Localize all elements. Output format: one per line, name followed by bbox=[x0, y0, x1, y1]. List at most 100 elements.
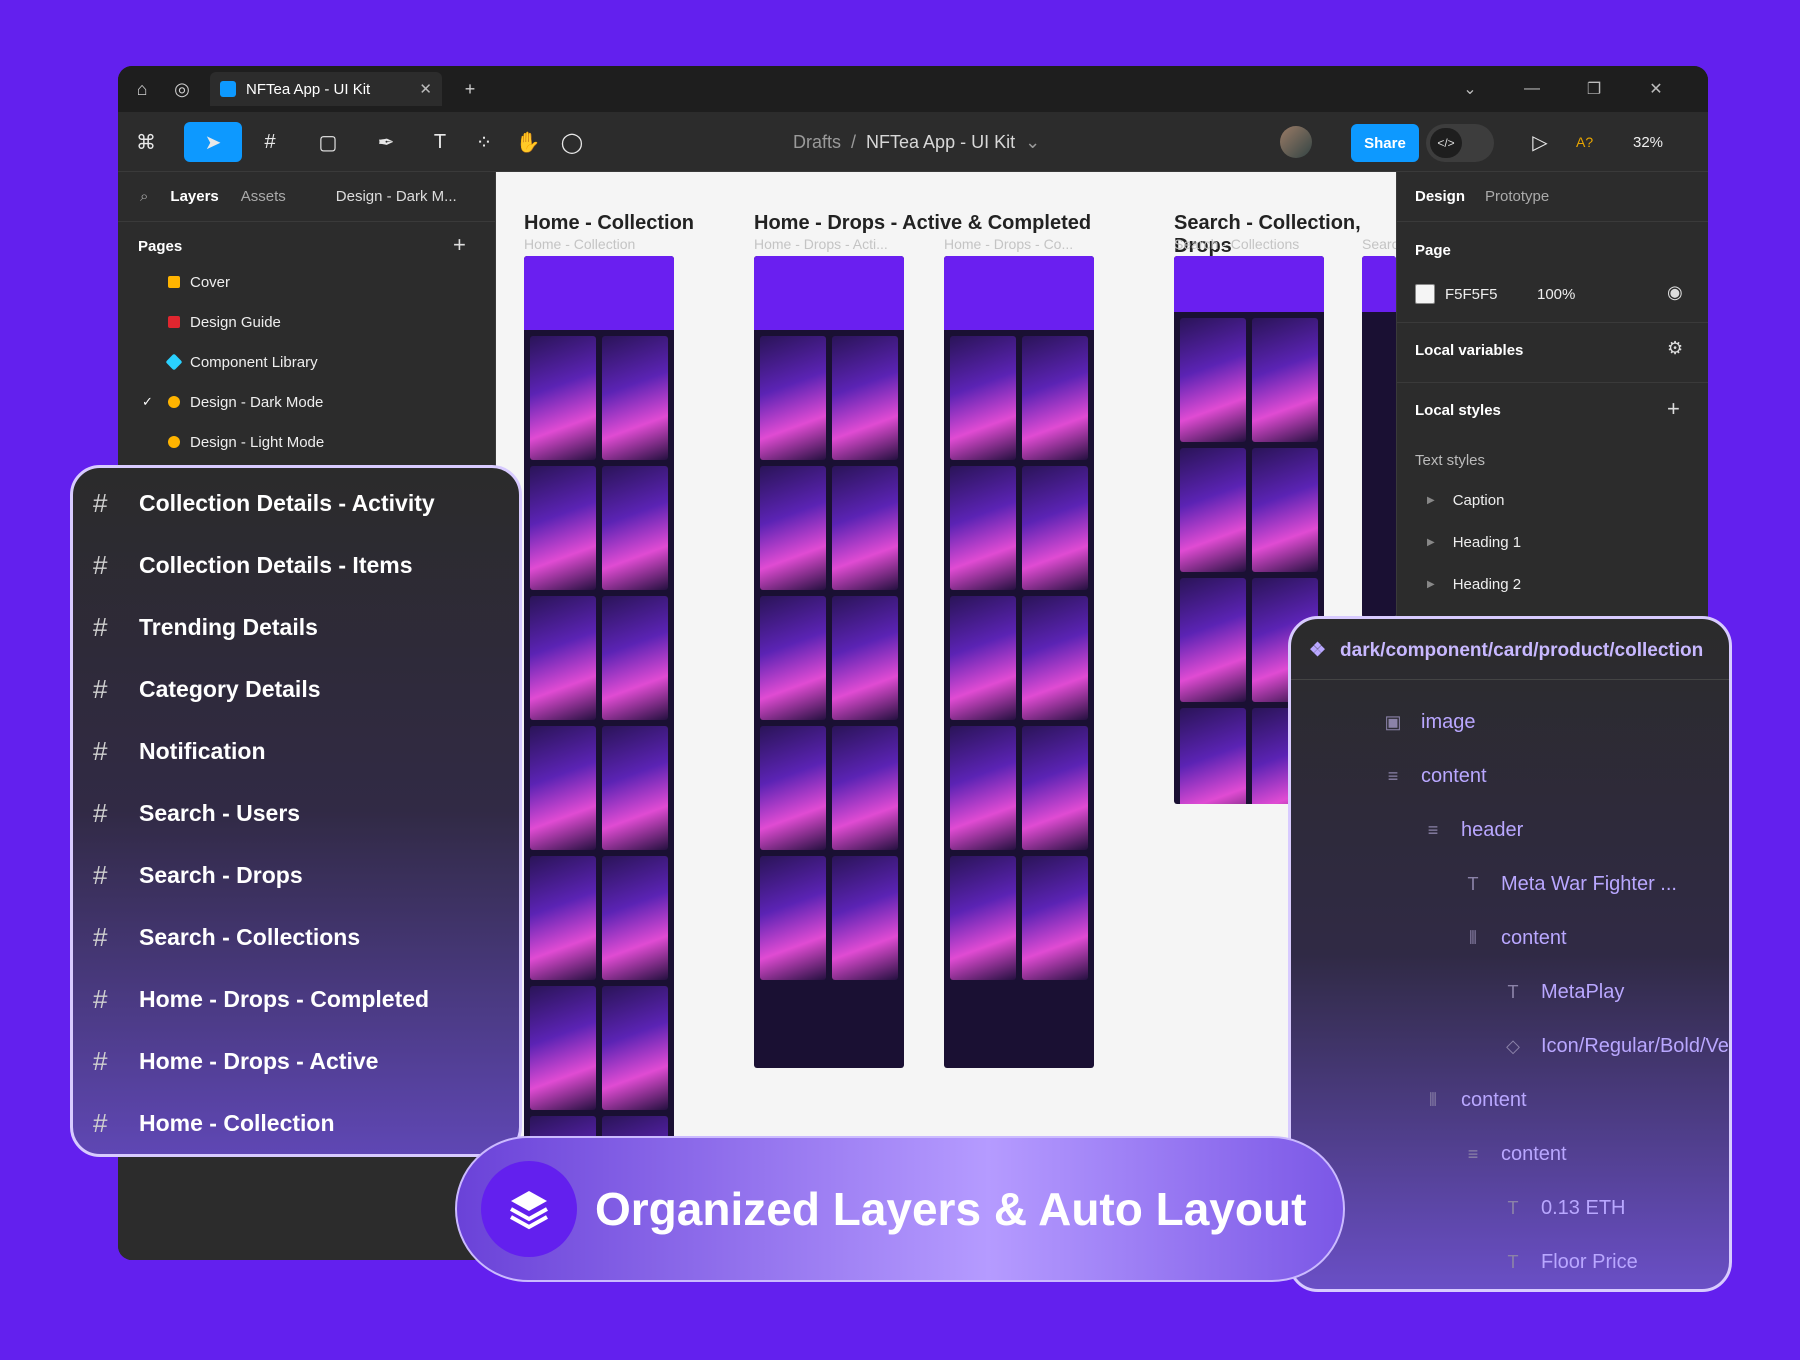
frame-list-item[interactable]: # Category Details bbox=[93, 658, 321, 720]
frame-list-item[interactable]: # Home - Drops - Completed bbox=[93, 968, 429, 1030]
frame-list-item[interactable]: # Trending Details bbox=[93, 596, 318, 658]
tab-assets[interactable]: Assets bbox=[241, 188, 286, 205]
avatar[interactable] bbox=[1280, 126, 1312, 158]
canvas[interactable]: Home - Collection Home - Collection Home… bbox=[496, 172, 1399, 1260]
tree-node[interactable]: ≡ content bbox=[1381, 749, 1487, 803]
phone-frame-drops-active[interactable] bbox=[754, 256, 904, 1068]
tab-design[interactable]: Design bbox=[1415, 188, 1465, 205]
tab-prototype[interactable]: Prototype bbox=[1485, 188, 1549, 205]
phone-frame-search-drops[interactable] bbox=[1362, 256, 1396, 618]
auto-layout-vertical-icon: ≡ bbox=[1387, 765, 1399, 786]
style-item[interactable]: ▶ Heading 1 bbox=[1427, 534, 1521, 551]
frame-icon: # bbox=[93, 735, 108, 766]
frame-list-item[interactable]: # Search - Users bbox=[93, 782, 300, 844]
frame-list-item[interactable]: # Collection Details - Activity bbox=[93, 472, 435, 534]
frame-list-item[interactable]: # Home - Collection bbox=[93, 1092, 335, 1154]
move-tool-icon[interactable]: ➤ bbox=[184, 122, 242, 162]
home-icon[interactable]: ⌂ bbox=[124, 74, 160, 104]
style-item[interactable]: ▶ Caption bbox=[1427, 492, 1504, 509]
chevron-down-icon[interactable]: ⌄ bbox=[1450, 76, 1490, 102]
page-item-dark-mode[interactable]: ✓ Design - Dark Mode bbox=[142, 384, 323, 420]
current-page-selector[interactable]: Design - Dark M... bbox=[336, 188, 457, 205]
restore-icon[interactable]: ❐ bbox=[1574, 76, 1614, 102]
component-icon bbox=[165, 353, 183, 371]
nft-card bbox=[530, 856, 596, 980]
add-style-icon[interactable]: + bbox=[1667, 396, 1680, 422]
component-tool-icon[interactable]: ⁘ bbox=[462, 122, 506, 162]
frame-label[interactable]: Search - Collections bbox=[1174, 236, 1299, 252]
tree-node[interactable]: ≡ content bbox=[1461, 1127, 1567, 1181]
page-item-design-guide[interactable]: Design Guide bbox=[142, 304, 281, 340]
component-path-label: dark/component/card/product/collection bbox=[1340, 639, 1704, 661]
search-icon[interactable]: ⌕ bbox=[140, 188, 148, 205]
dev-mode-toggle[interactable]: </> bbox=[1426, 124, 1494, 162]
page-item-cover[interactable]: Cover bbox=[142, 264, 230, 300]
page-item-component-library[interactable]: Component Library bbox=[142, 344, 318, 380]
tree-node[interactable]: ▣ image bbox=[1381, 695, 1475, 749]
tree-node[interactable]: T MetaPlay bbox=[1501, 965, 1625, 1019]
share-button[interactable]: Share bbox=[1351, 124, 1419, 162]
zoom-level[interactable]: 32% bbox=[1633, 134, 1663, 151]
palette-icon bbox=[168, 436, 180, 448]
pen-tool-icon[interactable]: ✒ bbox=[364, 122, 408, 162]
tree-node-label: Icon/Regular/Bold/Ve bbox=[1541, 1034, 1729, 1057]
chevron-down-icon[interactable]: ⌄ bbox=[1025, 132, 1040, 153]
tree-node[interactable]: T Floor Price bbox=[1501, 1235, 1638, 1289]
nft-card bbox=[760, 336, 826, 460]
frame-list-label: Home - Drops - Completed bbox=[139, 985, 430, 1012]
globe-icon[interactable]: ◎ bbox=[164, 74, 200, 104]
present-icon[interactable]: ▷ bbox=[1518, 122, 1562, 162]
missing-fonts-badge[interactable]: A? bbox=[1576, 134, 1593, 150]
rectangle-tool-icon[interactable]: ▢ bbox=[306, 122, 350, 162]
tree-node[interactable]: T 0.13 ETH bbox=[1501, 1181, 1626, 1235]
page-item-light-mode[interactable]: Design - Light Mode bbox=[142, 424, 324, 460]
style-item[interactable]: ▶ Heading 2 bbox=[1427, 576, 1521, 593]
new-tab-icon[interactable]: + bbox=[452, 74, 488, 104]
nft-card bbox=[530, 986, 596, 1110]
page-color-swatch[interactable] bbox=[1415, 284, 1435, 304]
frame-icon: # bbox=[93, 859, 108, 890]
breadcrumb[interactable]: Drafts / NFTea App - UI Kit ⌄ bbox=[793, 132, 1040, 153]
page-color-value[interactable]: F5F5F5 bbox=[1445, 286, 1498, 303]
nft-card bbox=[832, 726, 898, 850]
tab-file[interactable]: NFTea App - UI Kit ✕ bbox=[210, 72, 442, 106]
comment-tool-icon[interactable]: ◯ bbox=[550, 122, 594, 162]
main-menu-icon[interactable]: ⌘ bbox=[124, 122, 168, 162]
auto-layout-horizontal-icon: ⦀ bbox=[1429, 1089, 1437, 1110]
nft-card bbox=[1180, 578, 1246, 702]
frame-label[interactable]: Home - Collection bbox=[524, 236, 635, 252]
tree-node[interactable]: ◇ Icon/Regular/Bold/Ve bbox=[1501, 1019, 1729, 1073]
frame-list-item[interactable]: # Search - Collections bbox=[93, 906, 360, 968]
frame-label[interactable]: Home - Drops - Acti... bbox=[754, 236, 888, 252]
frame-label[interactable]: Searc bbox=[1362, 236, 1399, 252]
variables-icon[interactable]: ⚙ bbox=[1667, 338, 1683, 359]
frame-list-item[interactable]: # Home - Drops - Active bbox=[93, 1030, 378, 1092]
close-icon[interactable]: ✕ bbox=[419, 80, 432, 98]
frame-tool-icon[interactable]: # bbox=[248, 122, 292, 162]
tab-title: NFTea App - UI Kit bbox=[246, 80, 371, 98]
tree-node[interactable]: ⦀ content bbox=[1421, 1073, 1527, 1127]
minimize-icon[interactable]: — bbox=[1512, 76, 1552, 102]
frame-list-item[interactable]: # Search - Drops bbox=[93, 844, 303, 906]
tree-node[interactable]: ≡ header bbox=[1421, 803, 1524, 857]
tab-layers[interactable]: Layers bbox=[170, 188, 218, 205]
tree-node[interactable]: ⦀ content bbox=[1461, 911, 1567, 965]
tree-node[interactable]: T Meta War Fighter ... bbox=[1461, 857, 1677, 911]
frame-list-item[interactable]: # Notification bbox=[93, 720, 266, 782]
window-close-icon[interactable]: ✕ bbox=[1636, 76, 1676, 102]
local-variables-label[interactable]: Local variables bbox=[1415, 342, 1523, 359]
frame-label[interactable]: Home - Drops - Co... bbox=[944, 236, 1073, 252]
phone-frame-drops-completed[interactable] bbox=[944, 256, 1094, 1068]
component-path[interactable]: ❖ dark/component/card/product/collection bbox=[1309, 639, 1703, 662]
phone-frame-home-collection[interactable] bbox=[524, 256, 674, 1260]
frame-list-label: Search - Drops bbox=[139, 861, 303, 888]
page-opacity-value[interactable]: 100% bbox=[1537, 286, 1575, 303]
file-name[interactable]: NFTea App - UI Kit bbox=[866, 132, 1015, 153]
breadcrumb-drafts[interactable]: Drafts bbox=[793, 132, 841, 153]
hand-tool-icon[interactable]: ✋ bbox=[506, 122, 550, 162]
add-page-icon[interactable]: + bbox=[453, 232, 466, 258]
frame-list-item[interactable]: # Collection Details - Items bbox=[93, 534, 413, 596]
text-tool-icon[interactable]: T bbox=[418, 122, 462, 162]
eye-icon[interactable]: ◉ bbox=[1667, 282, 1683, 303]
tree-node-label: content bbox=[1461, 1088, 1527, 1111]
